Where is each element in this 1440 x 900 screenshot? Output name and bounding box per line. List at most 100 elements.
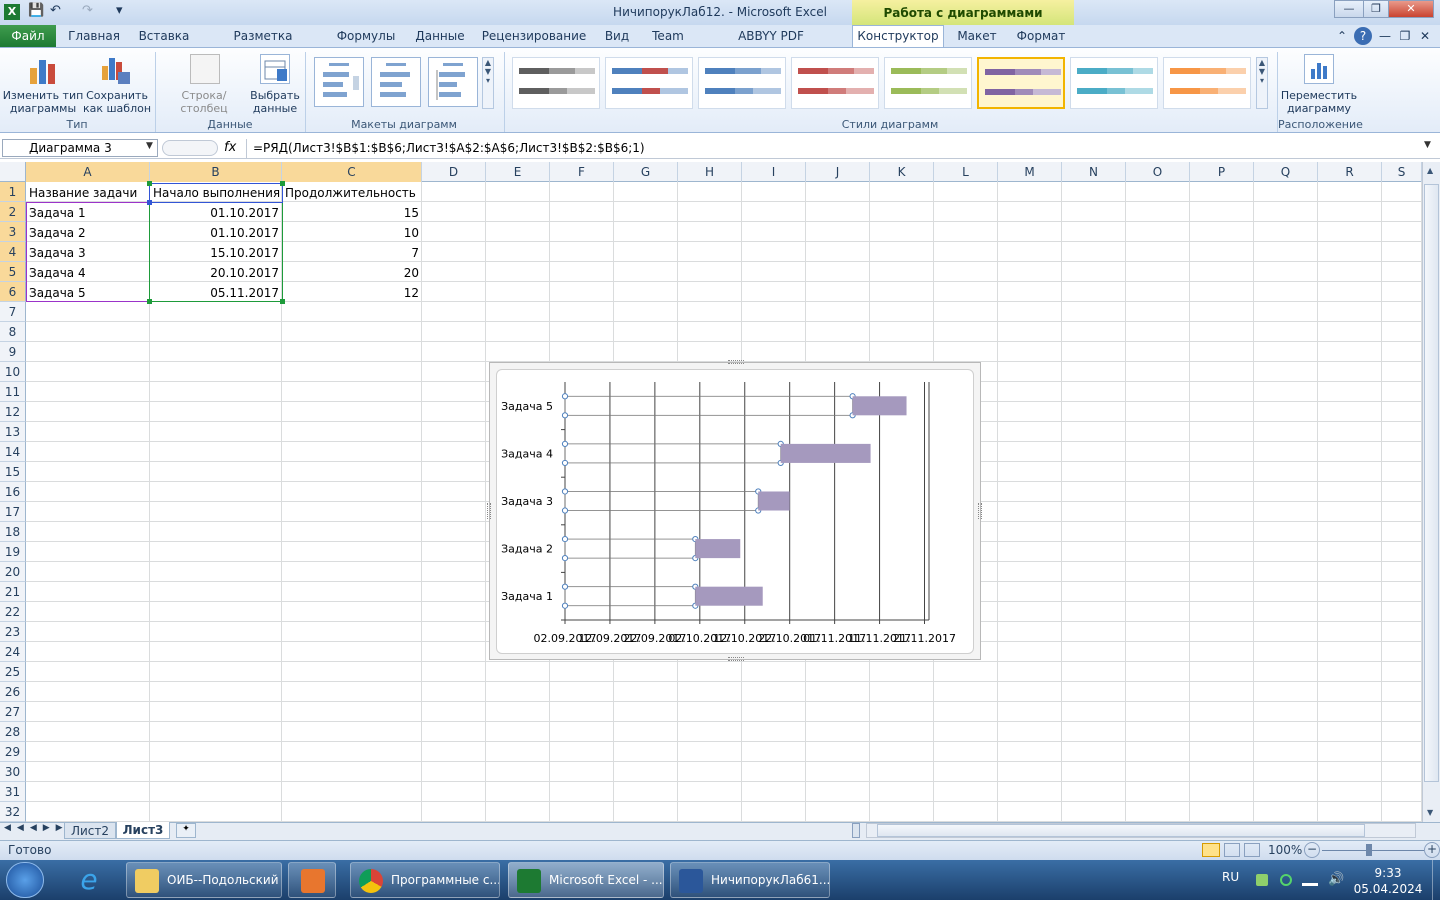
change-chart-type-icon[interactable] <box>28 54 62 86</box>
doc-restore-icon[interactable]: ❐ <box>1398 25 1412 47</box>
row-header-6[interactable]: 6 <box>0 282 26 302</box>
column-header-n[interactable]: N <box>1062 162 1126 182</box>
cell-c4[interactable]: 7 <box>282 243 422 263</box>
chart-style-1[interactable] <box>512 57 600 109</box>
name-box-dropdown-icon[interactable]: ▼ <box>146 141 153 151</box>
column-header-g[interactable]: G <box>614 162 678 182</box>
tab-abbyy[interactable]: ABBYY PDF Transformer+ <box>700 25 842 65</box>
insert-sheet-icon[interactable]: ✦ <box>176 823 196 838</box>
start-bar[interactable] <box>564 443 782 464</box>
select-all-corner[interactable] <box>0 162 26 182</box>
chart-layout-2[interactable] <box>371 57 421 107</box>
zoom-in-icon[interactable]: + <box>1424 842 1440 858</box>
move-chart-icon[interactable] <box>1304 54 1334 84</box>
column-header-h[interactable]: H <box>678 162 742 182</box>
selection-handle[interactable] <box>561 440 569 447</box>
column-header-e[interactable]: E <box>486 162 550 182</box>
network-signal-icon[interactable] <box>1302 872 1318 886</box>
column-header-m[interactable]: M <box>998 162 1062 182</box>
chart-style-6[interactable] <box>977 57 1065 109</box>
range-handle[interactable] <box>280 299 285 304</box>
column-header-s[interactable]: S <box>1382 162 1422 182</box>
switch-row-column-icon[interactable] <box>190 54 220 84</box>
row-header-8[interactable]: 8 <box>0 322 26 342</box>
row-header-12[interactable]: 12 <box>0 402 26 422</box>
row-header-24[interactable]: 24 <box>0 642 26 662</box>
start-bar[interactable] <box>564 586 696 607</box>
chart-style-3[interactable] <box>698 57 786 109</box>
customize-qat-icon[interactable]: ▾ <box>116 3 123 21</box>
formula-bar-splitter[interactable] <box>162 140 218 156</box>
doc-minimize-icon[interactable]: — <box>1378 25 1392 47</box>
zoom-slider-track[interactable] <box>1322 850 1424 851</box>
tab-review[interactable]: Рецензирование <box>480 25 588 47</box>
column-header-p[interactable]: P <box>1190 162 1254 182</box>
zoom-level[interactable]: 100% <box>1268 843 1302 857</box>
tab-format[interactable]: Формат <box>1012 25 1070 47</box>
row-header-2[interactable]: 2 <box>0 202 26 222</box>
move-chart-button[interactable]: Переместить диаграмму <box>1280 89 1358 115</box>
minimize-button[interactable]: — <box>1334 0 1364 18</box>
row-header-13[interactable]: 13 <box>0 422 26 442</box>
duration-bar[interactable] <box>695 586 763 606</box>
duration-bar[interactable] <box>852 396 907 416</box>
chart-style-7[interactable] <box>1070 57 1158 109</box>
zoom-slider-thumb[interactable] <box>1366 844 1372 856</box>
chart-resize-handle-bottom[interactable] <box>728 657 744 661</box>
switch-row-column-button[interactable]: Строка/столбец <box>158 89 250 115</box>
column-header-o[interactable]: O <box>1126 162 1190 182</box>
cell-c3[interactable]: 10 <box>282 223 422 243</box>
insert-function-icon[interactable]: fx <box>224 140 236 155</box>
cell-c2[interactable]: 15 <box>282 203 422 223</box>
name-box[interactable]: Диаграмма 3 <box>2 139 158 157</box>
duration-bar[interactable] <box>780 443 871 463</box>
column-header-a[interactable]: A <box>26 162 150 182</box>
zoom-out-icon[interactable]: − <box>1304 842 1320 858</box>
selection-handle[interactable] <box>561 583 569 590</box>
selection-handle[interactable] <box>561 555 569 562</box>
selection-handle[interactable] <box>561 535 569 543</box>
normal-view-icon[interactable] <box>1202 843 1220 857</box>
row-header-30[interactable]: 30 <box>0 762 26 782</box>
horizontal-scroll-thumb[interactable] <box>877 824 1365 837</box>
volume-icon[interactable]: 🔊 <box>1328 872 1344 887</box>
expand-formula-icon[interactable]: ▼ <box>1424 140 1431 150</box>
tab-view[interactable]: Вид <box>598 25 636 47</box>
chart-layout-1[interactable] <box>314 57 364 107</box>
taskbar-folder[interactable]: ОИБ--Подольский <box>126 862 282 898</box>
vertical-scroll-thumb[interactable] <box>1424 184 1439 782</box>
sheet-tab-list3[interactable]: Лист3 <box>116 822 170 839</box>
taskbar-chrome[interactable]: Программные с... <box>350 862 500 898</box>
cell-c1[interactable]: Продолжительность <box>282 183 422 203</box>
row-header-31[interactable]: 31 <box>0 782 26 802</box>
tab-formulas[interactable]: Формулы <box>334 25 398 47</box>
taskbar-excel[interactable]: Microsoft Excel - ... <box>508 862 664 898</box>
row-header-17[interactable]: 17 <box>0 502 26 522</box>
start-button-icon[interactable] <box>6 862 44 898</box>
start-bar[interactable] <box>564 538 696 559</box>
start-bar[interactable] <box>564 395 854 416</box>
row-header-7[interactable]: 7 <box>0 302 26 322</box>
tray-app-icon[interactable] <box>1256 874 1268 886</box>
column-header-f[interactable]: F <box>550 162 614 182</box>
selection-handle[interactable] <box>561 602 569 609</box>
row-header-16[interactable]: 16 <box>0 482 26 502</box>
row-header-22[interactable]: 22 <box>0 602 26 622</box>
range-handle[interactable] <box>147 299 152 304</box>
row-header-5[interactable]: 5 <box>0 262 26 282</box>
column-header-l[interactable]: L <box>934 162 998 182</box>
undo-icon[interactable]: ↶ <box>50 3 61 21</box>
tab-file[interactable]: Файл <box>0 25 56 47</box>
clock-date[interactable]: 05.04.2024 <box>1350 882 1426 896</box>
doc-close-icon[interactable]: ✕ <box>1418 25 1432 47</box>
chart-style-2[interactable] <box>605 57 693 109</box>
tab-insert[interactable]: Вставка <box>134 25 194 47</box>
tab-split-handle[interactable] <box>852 823 860 838</box>
row-header-14[interactable]: 14 <box>0 442 26 462</box>
column-header-c[interactable]: C <box>282 162 422 182</box>
row-header-29[interactable]: 29 <box>0 742 26 762</box>
row-header-3[interactable]: 3 <box>0 222 26 242</box>
save-icon[interactable]: 💾 <box>28 3 44 21</box>
chart-style-5[interactable] <box>884 57 972 109</box>
horizontal-scrollbar[interactable] <box>866 823 1416 838</box>
